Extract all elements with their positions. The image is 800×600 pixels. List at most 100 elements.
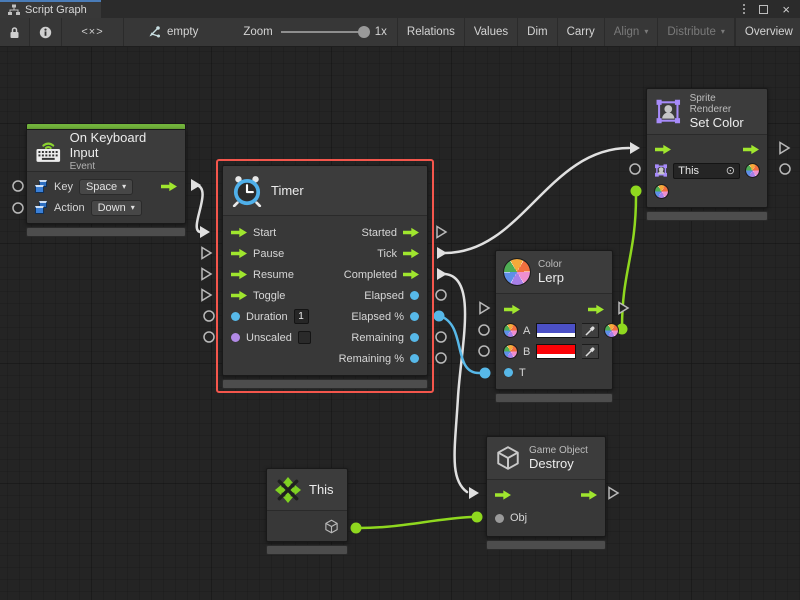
node-color-lerp[interactable]: Color Lerp A bbox=[495, 250, 613, 403]
color-out-port-icon[interactable] bbox=[746, 164, 759, 177]
port-keyboard-key-in[interactable] bbox=[13, 181, 23, 191]
chevron-down-icon: ▾ bbox=[131, 204, 135, 212]
unscaled-checkbox[interactable] bbox=[298, 331, 311, 344]
unity-visual-scripting-window: Script Graph × <×> bbox=[0, 0, 800, 600]
port-timer-started-out[interactable] bbox=[437, 227, 446, 238]
node-destroy[interactable]: Game Object Destroy Obj bbox=[486, 436, 606, 550]
values-button[interactable]: Values bbox=[465, 18, 518, 46]
color-out-port-icon[interactable] bbox=[605, 324, 618, 337]
window-menu-icon[interactable] bbox=[743, 4, 745, 14]
target-object-field[interactable]: This ⊙ bbox=[673, 163, 740, 179]
port-this-out[interactable] bbox=[351, 523, 362, 534]
port-keyboard-action-in[interactable] bbox=[13, 203, 23, 213]
port-destroy-trigger-in[interactable] bbox=[469, 487, 479, 499]
port-timer-toggle-in[interactable] bbox=[202, 290, 211, 301]
port-timer-completed-out[interactable] bbox=[437, 268, 447, 280]
align-button[interactable]: Align▾ bbox=[605, 18, 659, 46]
action-dropdown[interactable]: Down▾ bbox=[91, 200, 142, 216]
zoom-slider[interactable] bbox=[281, 31, 367, 33]
code-view-button[interactable]: <×> bbox=[62, 18, 124, 46]
port-destroy-trigger-out[interactable] bbox=[609, 488, 618, 499]
color-port-icon[interactable] bbox=[504, 324, 517, 337]
float-port-icon[interactable] bbox=[231, 312, 240, 321]
zoom-slider-knob[interactable] bbox=[358, 26, 370, 38]
float-port-icon[interactable] bbox=[410, 333, 419, 342]
port-keyboard-trigger-out[interactable] bbox=[191, 179, 201, 191]
info-button[interactable] bbox=[30, 18, 62, 46]
trigger-in-arrow-icon[interactable] bbox=[231, 248, 247, 259]
node-title-block: On Keyboard Input Event bbox=[70, 130, 177, 172]
port-timer-elapsed-out[interactable] bbox=[436, 290, 446, 300]
trigger-out-arrow-icon[interactable] bbox=[588, 304, 604, 315]
trigger-out-arrow-icon[interactable] bbox=[403, 227, 419, 238]
port-lerp-t-in[interactable] bbox=[480, 368, 491, 379]
eyedropper-icon[interactable] bbox=[582, 323, 599, 338]
port-setcolor-trigger-out[interactable] bbox=[780, 143, 789, 154]
graph-selector[interactable]: empty bbox=[138, 18, 207, 46]
port-setcolor-target-in[interactable] bbox=[630, 164, 640, 174]
port-lerp-a-in[interactable] bbox=[479, 325, 489, 335]
distribute-button[interactable]: Distribute▾ bbox=[658, 18, 735, 46]
float-port-icon[interactable] bbox=[504, 368, 513, 377]
close-icon[interactable]: × bbox=[782, 3, 790, 16]
color-port-icon[interactable] bbox=[504, 345, 517, 358]
port-setcolor-trigger-in[interactable] bbox=[630, 142, 640, 154]
bool-port-icon[interactable] bbox=[231, 333, 240, 342]
relations-button[interactable]: Relations bbox=[397, 18, 465, 46]
dim-button[interactable]: Dim bbox=[518, 18, 557, 46]
color-port-icon[interactable] bbox=[655, 185, 668, 198]
trigger-in-arrow-icon[interactable] bbox=[504, 304, 520, 315]
cube-port-icon[interactable] bbox=[324, 519, 339, 534]
port-timer-tick-out[interactable] bbox=[437, 247, 447, 259]
trigger-in-arrow-icon[interactable] bbox=[495, 490, 511, 501]
chevron-down-icon: ▾ bbox=[721, 28, 725, 36]
trigger-in-arrow-icon[interactable] bbox=[655, 144, 671, 155]
port-timer-resume-in[interactable] bbox=[202, 269, 211, 280]
float-port-icon[interactable] bbox=[410, 312, 419, 321]
lock-button[interactable] bbox=[0, 18, 30, 46]
color-field-b[interactable] bbox=[536, 344, 576, 359]
eyedropper-icon[interactable] bbox=[582, 344, 599, 359]
trigger-out-arrow-icon[interactable] bbox=[161, 181, 177, 192]
node-this[interactable]: This bbox=[266, 468, 348, 555]
port-setcolor-color-in[interactable] bbox=[631, 186, 642, 197]
port-timer-remainingpct-out[interactable] bbox=[436, 353, 446, 363]
duration-value-field[interactable]: 1 bbox=[294, 309, 309, 324]
trigger-in-arrow-icon[interactable] bbox=[231, 290, 247, 301]
tab-script-graph[interactable]: Script Graph bbox=[0, 0, 101, 18]
graph-canvas[interactable]: On Keyboard Input Event Key Space▾ Act bbox=[0, 47, 800, 600]
trigger-out-arrow-icon[interactable] bbox=[403, 248, 419, 259]
trigger-out-arrow-icon[interactable] bbox=[581, 490, 597, 501]
trigger-out-arrow-icon[interactable] bbox=[403, 269, 419, 280]
node-on-keyboard-input[interactable]: On Keyboard Input Event Key Space▾ Act bbox=[26, 123, 186, 237]
port-timer-remaining-out[interactable] bbox=[436, 332, 446, 342]
enum-icon bbox=[35, 201, 48, 214]
port-lerp-b-in[interactable] bbox=[479, 346, 489, 356]
overview-button[interactable]: Overview bbox=[735, 18, 800, 46]
node-set-color[interactable]: Sprite Renderer Set Color bbox=[646, 88, 768, 221]
port-setcolor-target-out[interactable] bbox=[780, 164, 790, 174]
port-lerp-trigger-in[interactable] bbox=[480, 303, 489, 314]
port-timer-duration-in[interactable] bbox=[204, 311, 214, 321]
node-timer[interactable]: Timer Start Started Pause Tick bbox=[222, 165, 428, 389]
key-dropdown[interactable]: Space▾ bbox=[79, 179, 133, 195]
trigger-in-arrow-icon[interactable] bbox=[231, 269, 247, 280]
node-footer bbox=[486, 540, 606, 550]
trigger-out-arrow-icon[interactable] bbox=[743, 144, 759, 155]
maximize-icon[interactable] bbox=[759, 5, 768, 14]
float-port-icon[interactable] bbox=[410, 354, 419, 363]
port-timer-pause-in[interactable] bbox=[202, 248, 211, 259]
port-timer-elapsedpct-out[interactable] bbox=[434, 311, 445, 322]
port-timer-unscaled-in[interactable] bbox=[204, 332, 214, 342]
object-picker-icon[interactable]: ⊙ bbox=[726, 164, 735, 177]
timer-row: Pause Tick bbox=[223, 243, 427, 264]
color-field-a[interactable] bbox=[536, 323, 576, 338]
node-title: Set Color bbox=[690, 115, 759, 130]
float-port-icon[interactable] bbox=[410, 291, 419, 300]
object-port-icon[interactable] bbox=[495, 514, 504, 523]
port-destroy-obj-in[interactable] bbox=[472, 512, 483, 523]
port-timer-start-in[interactable] bbox=[200, 226, 210, 238]
trigger-in-arrow-icon[interactable] bbox=[231, 227, 247, 238]
carry-button[interactable]: Carry bbox=[558, 18, 605, 46]
keyboard-key-row: Key Space▾ bbox=[27, 176, 185, 197]
